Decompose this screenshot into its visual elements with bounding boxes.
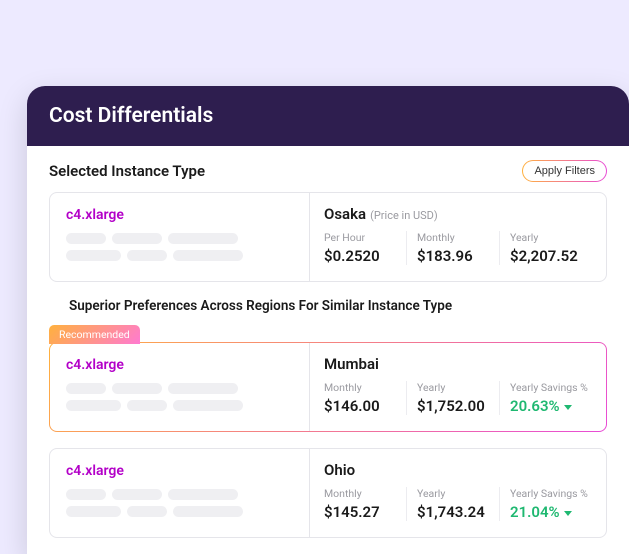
metric-label: Yearly Savings % xyxy=(510,487,592,500)
panel-content: Selected Instance Type Apply Filters c4.… xyxy=(27,146,629,538)
caret-down-icon xyxy=(564,511,572,516)
metric-label: Per Hour xyxy=(324,231,406,244)
metric-value: $0.2520 xyxy=(324,247,406,265)
metric-label: Yearly Savings % xyxy=(510,381,592,394)
skeleton-row xyxy=(66,400,293,411)
metric-value: $2,207.52 xyxy=(510,247,592,265)
metric-label: Monthly xyxy=(417,231,499,244)
metric-label: Yearly xyxy=(417,487,499,500)
caret-down-icon xyxy=(564,405,572,410)
recommended-badge: Recommended xyxy=(49,325,140,344)
metric-savings: Yearly Savings % 20.63% xyxy=(499,381,592,415)
page-title: Cost Differentials xyxy=(49,104,607,128)
cost-differentials-panel: Cost Differentials Selected Instance Typ… xyxy=(27,86,629,554)
metric-label: Yearly xyxy=(510,231,592,244)
region-name: Ohio xyxy=(324,461,592,479)
card-right: Osaka (Price in USD) Per Hour $0.2520 Mon… xyxy=(310,193,606,281)
card-left: c4.xlarge xyxy=(50,449,310,537)
region-text: Osaka xyxy=(324,205,366,223)
skeleton-row xyxy=(66,383,293,394)
metric-monthly: Monthly $146.00 xyxy=(324,381,406,415)
skeleton-row xyxy=(66,233,293,244)
metric-label: Monthly xyxy=(324,381,406,394)
instance-type: c4.xlarge xyxy=(66,463,293,479)
selected-instance-card: c4.xlarge Osaka (Price in USD) Per Hour $… xyxy=(49,192,607,282)
alternatives-header: Superior Preferences Across Regions For … xyxy=(69,298,607,314)
instance-type: c4.xlarge xyxy=(66,207,293,223)
card-left: c4.xlarge xyxy=(50,193,310,281)
metric-yearly: Yearly $1,743.24 xyxy=(406,487,499,521)
apply-filters-button[interactable]: Apply Filters xyxy=(522,160,607,182)
alternative-card[interactable]: c4.xlarge Ohio Monthly $145.27 Yearly xyxy=(49,448,607,538)
metric-savings: Yearly Savings % 21.04% xyxy=(499,487,592,521)
price-note: (Price in USD) xyxy=(370,209,438,222)
skeleton-row xyxy=(66,489,293,500)
card-right: Mumbai Monthly $146.00 Yearly $1,752.00 … xyxy=(310,343,606,431)
skeleton-row xyxy=(66,250,293,261)
metric-value: 21.04% xyxy=(510,503,592,521)
metric-value: $145.27 xyxy=(324,503,406,521)
metric-value: $1,752.00 xyxy=(417,397,499,415)
metric-yearly: Yearly $2,207.52 xyxy=(499,231,592,265)
region-name: Osaka (Price in USD) xyxy=(324,205,592,223)
metric-monthly: Monthly $183.96 xyxy=(406,231,499,265)
metric-monthly: Monthly $145.27 xyxy=(324,487,406,521)
panel-header: Cost Differentials xyxy=(27,86,629,146)
metric-value: 20.63% xyxy=(510,397,592,415)
card-right: Ohio Monthly $145.27 Yearly $1,743.24 Ye… xyxy=(310,449,606,537)
metric-per-hour: Per Hour $0.2520 xyxy=(324,231,406,265)
metric-value: $1,743.24 xyxy=(417,503,499,521)
instance-type: c4.xlarge xyxy=(66,357,293,373)
metric-yearly: Yearly $1,752.00 xyxy=(406,381,499,415)
metric-value: $146.00 xyxy=(324,397,406,415)
card-left: c4.xlarge xyxy=(50,343,310,431)
metric-label: Yearly xyxy=(417,381,499,394)
metric-label: Monthly xyxy=(324,487,406,500)
metric-value: $183.96 xyxy=(417,247,499,265)
skeleton-row xyxy=(66,506,293,517)
region-name: Mumbai xyxy=(324,355,592,373)
section-title: Selected Instance Type xyxy=(49,162,205,180)
alternative-card-recommended[interactable]: Recommended c4.xlarge Mumbai Monthly $14… xyxy=(49,342,607,432)
